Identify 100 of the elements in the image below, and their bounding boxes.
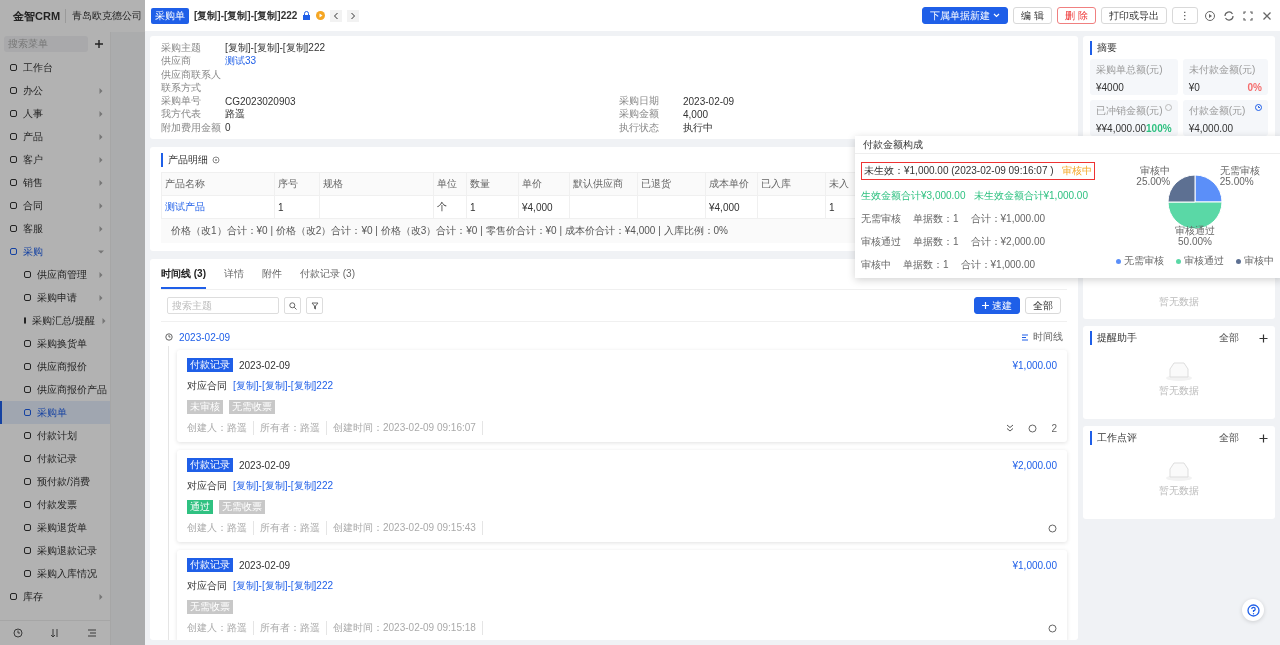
legend-label: 无需审核 — [1124, 254, 1164, 268]
contract-link[interactable]: [复制]-[复制]-[复制]222 — [233, 479, 333, 494]
sidebar-item[interactable]: 采购换货单 — [0, 332, 110, 355]
stat-percent: 100% — [1146, 123, 1172, 134]
field-label: 采购金额 — [619, 107, 660, 122]
filter-dropdown[interactable]: 全部 — [1219, 431, 1239, 445]
field-label: 我方代表 — [161, 107, 202, 122]
quick-create-button[interactable]: 速建 — [974, 297, 1020, 315]
column-header: 已入库 — [757, 172, 826, 196]
add-icon[interactable] — [1259, 433, 1268, 443]
toolbar-button[interactable]: ⋮ — [1172, 7, 1198, 24]
slice-percent: 50.00% — [1178, 236, 1212, 247]
empty-box-icon — [1165, 361, 1193, 381]
legend-dot — [1116, 258, 1121, 264]
comment-icon[interactable] — [1048, 523, 1057, 533]
supplier-link[interactable]: 测试33 — [225, 54, 257, 69]
sidebar-item[interactable]: 客户 — [0, 148, 110, 171]
sidebar-item[interactable]: 预付款/消费 — [0, 470, 110, 493]
clock-icon[interactable] — [1255, 104, 1262, 111]
view-toggle[interactable]: 时间线 — [1022, 330, 1063, 345]
sidebar-item[interactable]: 合同 — [0, 194, 110, 217]
sidebar-item[interactable]: 工作台 — [0, 56, 110, 79]
sidebar-item[interactable]: 采购申请 — [0, 286, 110, 309]
list-icon[interactable] — [1022, 333, 1030, 341]
sidebar-item[interactable]: 人事 — [0, 102, 110, 125]
plus-icon[interactable] — [982, 302, 989, 310]
caret-down-icon[interactable] — [993, 13, 1001, 18]
search-button[interactable] — [284, 297, 301, 315]
filter-all-button[interactable]: 全部 — [1025, 297, 1061, 315]
filter-icon[interactable] — [310, 301, 319, 310]
refresh-icon[interactable] — [1222, 8, 1236, 23]
section-title: 摘要 — [1097, 41, 1117, 55]
sidebar-item[interactable]: 采购 — [0, 240, 110, 263]
sidebar-item[interactable]: 供应商报价 — [0, 355, 110, 378]
play-circle-icon[interactable] — [1203, 8, 1217, 23]
sidebar-item[interactable]: 采购汇总/提醒 — [0, 309, 110, 332]
record-date: 2023-02-09 — [239, 559, 291, 571]
settings-icon[interactable] — [212, 156, 220, 165]
filter-dropdown[interactable]: 全部 — [1219, 331, 1239, 345]
sidebar-item[interactable]: 办公 — [0, 79, 110, 102]
tab[interactable]: 付款记录 (3) — [300, 267, 355, 290]
sidebar-item[interactable]: 供应商管理 — [0, 263, 110, 286]
legend-dot — [1176, 258, 1181, 264]
contract-link[interactable]: [复制]-[复制]-[复制]222 — [233, 579, 333, 594]
tab[interactable]: 时间线 (3) — [161, 267, 206, 290]
document-title: [复制]-[复制]-[复制]222 — [194, 8, 298, 23]
comment-count: 2 — [1051, 422, 1057, 434]
sidebar-item[interactable]: 采购退货单 — [0, 516, 110, 539]
sidebar-item[interactable]: 付款计划 — [0, 424, 110, 447]
field-value: 0 — [225, 122, 231, 134]
stat-label: 已冲销金额(元) — [1096, 104, 1163, 118]
expand-icon[interactable] — [1006, 424, 1015, 433]
contract-link[interactable]: [复制]-[复制]-[复制]222 — [233, 379, 333, 394]
sidebar-item[interactable]: 库存 — [0, 585, 110, 608]
column-header: 数量 — [466, 172, 519, 196]
field-label: 采购主题 — [161, 41, 202, 55]
sidebar-item[interactable]: 付款记录 — [0, 447, 110, 470]
field-value: CG2023020903 — [225, 95, 296, 107]
fullscreen-icon[interactable] — [1241, 8, 1255, 23]
sidebar-item[interactable]: 付款发票 — [0, 493, 110, 516]
popup-title: 付款金额构成 — [863, 139, 923, 150]
sidebar-item[interactable]: 供应商报价产品 — [0, 378, 110, 401]
toolbar-button[interactable]: 编 辑 — [1013, 7, 1053, 24]
history-icon[interactable] — [13, 628, 24, 638]
tab[interactable]: 详情 — [224, 267, 244, 290]
product-link[interactable]: 测试产品 — [161, 195, 275, 219]
add-icon[interactable] — [92, 39, 106, 49]
create-dropdown-button[interactable]: 下属单据新建 — [922, 7, 1009, 24]
legend-dot — [1236, 258, 1241, 264]
sidebar-item[interactable]: 客服 — [0, 217, 110, 240]
stat-value: ¥4,000.00 — [1188, 123, 1234, 134]
search-icon[interactable] — [288, 301, 297, 310]
record-date: 2023-02-09 — [239, 359, 291, 371]
field-label: 附加费用金额 — [161, 120, 222, 135]
record-tag: 付款记录 — [187, 358, 233, 373]
record-meta: 所有者：路遥 — [260, 421, 327, 436]
legend-label: 审核中 — [1244, 254, 1274, 268]
stat-label: 付款金额(元) — [1188, 104, 1246, 118]
contract-label: 对应合同 — [187, 379, 227, 394]
sidebar-item[interactable]: 采购入库情况 — [0, 562, 110, 585]
comment-icon[interactable] — [1048, 623, 1057, 633]
add-icon[interactable] — [1259, 333, 1268, 343]
comment-icon[interactable] — [1028, 423, 1038, 433]
field-label: 执行状态 — [619, 120, 660, 135]
sidebar-item[interactable]: 产品 — [0, 125, 110, 148]
sidebar-item[interactable]: 销售 — [0, 171, 110, 194]
column-header: 产品名称 — [161, 172, 275, 196]
sort-icon[interactable] — [50, 628, 60, 638]
app-logo: 金智CRM — [13, 8, 61, 24]
field-label: 联系方式 — [161, 80, 202, 95]
delete-button[interactable]: 删 除 — [1057, 7, 1096, 24]
stat-percent: 0% — [1247, 82, 1262, 93]
record-meta: 创建时间：2023-02-09 09:16:07 — [333, 421, 483, 436]
sidebar-item[interactable]: 采购退款记录 — [0, 539, 110, 562]
filter-button[interactable] — [306, 297, 323, 315]
slice-label: 审核通过 — [1175, 225, 1215, 236]
tab[interactable]: 附件 — [262, 267, 282, 290]
lock-icon[interactable] — [302, 11, 312, 20]
toolbar-button[interactable]: 打印或导出 — [1101, 7, 1167, 24]
sidebar-item[interactable]: 采购单 — [0, 401, 110, 424]
